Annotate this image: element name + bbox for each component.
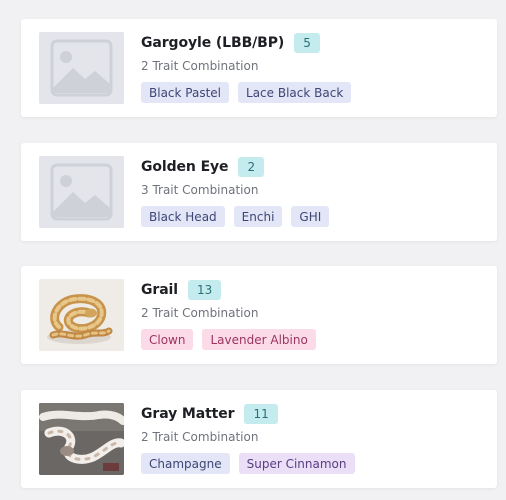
name-row: Gray Matter 11 bbox=[141, 403, 278, 425]
trait-combination-label: 2 Trait Combination bbox=[141, 59, 259, 73]
morph-name[interactable]: Gargoyle (LBB/BP) bbox=[141, 35, 284, 51]
trait-tag[interactable]: Enchi bbox=[233, 206, 283, 227]
count-badge: 13 bbox=[187, 280, 222, 300]
snake-photo[interactable] bbox=[39, 279, 124, 351]
trait-tag[interactable]: Black Pastel bbox=[141, 82, 230, 103]
trait-combination-label: 2 Trait Combination bbox=[141, 430, 259, 444]
morph-card[interactable]: Gray Matter 11 2 Trait Combination Champ… bbox=[21, 390, 497, 488]
trait-combination-label: 3 Trait Combination bbox=[141, 183, 259, 197]
trait-tag[interactable]: Clown bbox=[141, 329, 194, 350]
snake-photo[interactable] bbox=[39, 403, 124, 475]
morph-name[interactable]: Grail bbox=[141, 282, 178, 298]
trait-tag[interactable]: Super Cinnamon bbox=[238, 453, 355, 474]
name-row: Golden Eye 2 bbox=[141, 156, 265, 178]
morph-list: Gargoyle (LBB/BP) 5 2 Trait Combination … bbox=[0, 0, 506, 500]
count-badge: 2 bbox=[238, 157, 265, 177]
trait-tag[interactable]: GHI bbox=[291, 206, 330, 227]
placeholder-image-icon[interactable] bbox=[39, 156, 124, 228]
morph-name[interactable]: Gray Matter bbox=[141, 406, 235, 422]
morph-name[interactable]: Golden Eye bbox=[141, 159, 229, 175]
count-badge: 5 bbox=[294, 33, 320, 53]
trait-tag[interactable]: Champagne bbox=[141, 453, 230, 474]
morph-card[interactable]: Grail 13 2 Trait Combination Clown Laven… bbox=[21, 266, 497, 364]
count-badge: 11 bbox=[244, 404, 278, 424]
morph-card[interactable]: Golden Eye 2 3 Trait Combination Black H… bbox=[21, 143, 497, 241]
name-row: Gargoyle (LBB/BP) 5 bbox=[141, 32, 320, 54]
trait-tag[interactable]: Lace Black Back bbox=[238, 82, 352, 103]
trait-tag[interactable]: Lavender Albino bbox=[202, 329, 316, 350]
morph-card[interactable]: Gargoyle (LBB/BP) 5 2 Trait Combination … bbox=[21, 19, 497, 117]
trait-tags: Clown Lavender Albino bbox=[141, 329, 316, 350]
trait-tags: Black Pastel Lace Black Back bbox=[141, 82, 352, 103]
trait-tags: Champagne Super Cinnamon bbox=[141, 453, 355, 474]
trait-tags: Black Head Enchi GHI bbox=[141, 206, 330, 227]
name-row: Grail 13 bbox=[141, 279, 222, 301]
placeholder-image-icon[interactable] bbox=[39, 32, 124, 104]
trait-combination-label: 2 Trait Combination bbox=[141, 306, 259, 320]
trait-tag[interactable]: Black Head bbox=[141, 206, 225, 227]
